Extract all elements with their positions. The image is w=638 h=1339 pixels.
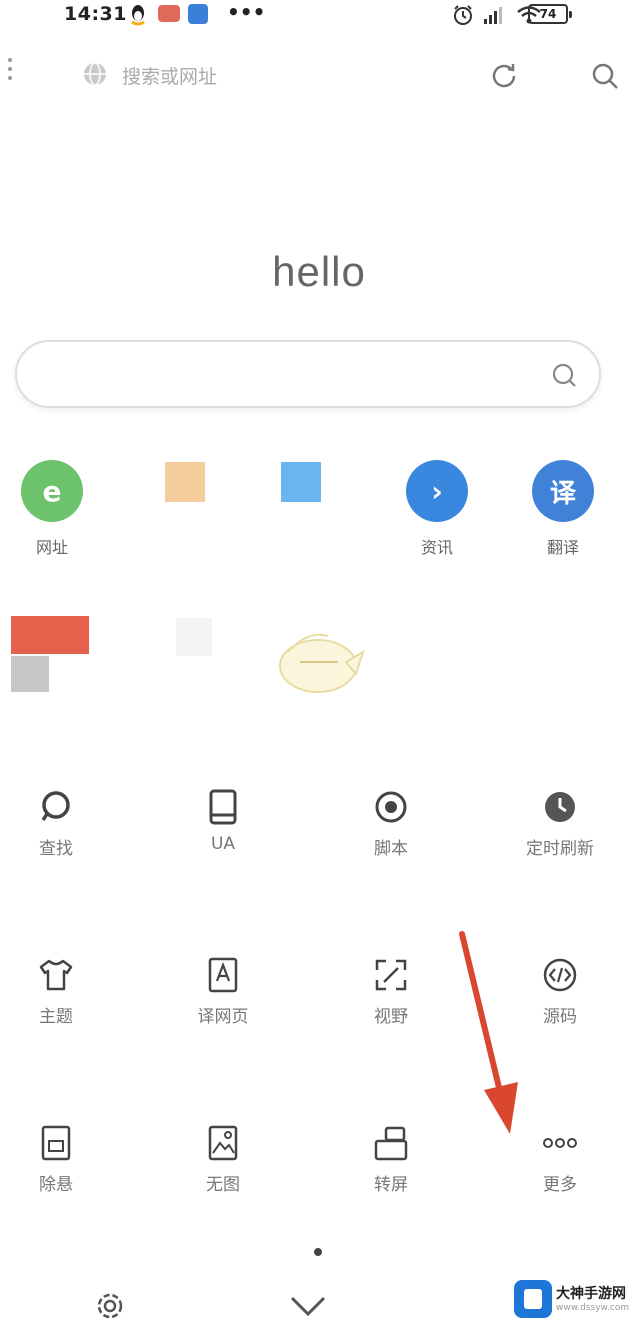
shortcut-label: 资讯	[420, 538, 453, 557]
tool-ua[interactable]: UA	[163, 788, 283, 854]
ua-icon	[163, 788, 283, 826]
watermark-title: 大神手游网	[556, 1286, 626, 1302]
tool-label: 译网页	[197, 1007, 249, 1027]
home-greeting: hello	[272, 248, 366, 295]
page-indicator-dot	[314, 1248, 322, 1256]
mascot-image	[268, 626, 368, 700]
shortcut-blue[interactable]	[256, 460, 346, 502]
chevron-down-icon[interactable]	[288, 1294, 328, 1324]
shortcut-orange[interactable]	[140, 460, 230, 502]
tool-view[interactable]: 视野	[331, 956, 451, 1027]
shortcut-news[interactable]: › 资讯	[392, 460, 482, 558]
search-icon[interactable]	[590, 61, 620, 95]
no-image-icon	[163, 1124, 283, 1162]
tool-translate-page[interactable]: 译网页	[163, 956, 283, 1027]
tool-label: 无图	[206, 1175, 240, 1195]
gray-tile	[11, 656, 49, 692]
tool-find[interactable]: 查找	[0, 788, 116, 859]
annotation-arrow-icon	[456, 930, 526, 1144]
tool-no-image[interactable]: 无图	[163, 1124, 283, 1195]
status-bar: 14:31 ••• 74	[0, 0, 638, 30]
theme-icon	[0, 956, 116, 994]
tool-label: UA	[210, 834, 236, 854]
battery-indicator: 74	[528, 4, 572, 24]
orange-square-icon	[165, 462, 205, 502]
home-search-input[interactable]	[41, 360, 541, 390]
alipay-icon	[188, 4, 208, 24]
rotate-screen-icon	[331, 1124, 451, 1162]
red-tile	[11, 616, 89, 654]
tool-label: 定时刷新	[526, 839, 594, 859]
shortcut-translate[interactable]: 译 翻译	[518, 460, 608, 558]
message-app-icon	[158, 5, 180, 22]
signal-icon	[482, 5, 506, 29]
tool-label: 转屏	[374, 1175, 408, 1195]
news-icon: ›	[406, 460, 468, 522]
watermark-subtitle: www.dssyw.com	[556, 1303, 630, 1313]
shortcut-url[interactable]: e 网址	[7, 460, 97, 558]
faint-tile	[176, 618, 212, 656]
tool-label: 脚本	[374, 839, 408, 859]
tool-timer-refresh[interactable]: 定时刷新	[500, 788, 620, 859]
browser-top-bar: 搜索或网址	[0, 48, 638, 100]
watermark-logo: 大神手游网 www.dssyw.com	[510, 1278, 632, 1320]
script-icon	[331, 788, 451, 826]
remove-float-icon	[0, 1124, 116, 1162]
tool-label: 除悬	[39, 1175, 73, 1195]
tool-rotate-screen[interactable]: 转屏	[331, 1124, 451, 1195]
blue-square-icon	[281, 462, 321, 502]
translate-icon: 译	[532, 460, 594, 522]
settings-icon[interactable]	[92, 1288, 128, 1328]
tool-label: 查找	[39, 839, 73, 859]
vertical-menu-icon[interactable]	[4, 58, 16, 88]
tool-label: 更多	[543, 1175, 577, 1195]
shortcut-label: 翻译	[546, 538, 579, 557]
tool-remove-float[interactable]: 除悬	[0, 1124, 116, 1195]
more-notifications-icon: •••	[227, 0, 266, 24]
tool-script[interactable]: 脚本	[331, 788, 451, 859]
translate-page-icon	[163, 956, 283, 994]
e-icon: e	[21, 460, 83, 522]
refresh-icon[interactable]	[490, 61, 518, 93]
watermark-logo-icon	[514, 1280, 552, 1318]
timer-refresh-icon	[500, 788, 620, 826]
tool-label: 视野	[374, 1007, 408, 1027]
address-bar[interactable]: 搜索或网址	[122, 62, 217, 89]
search-icon[interactable]	[549, 360, 579, 394]
tool-theme[interactable]: 主题	[0, 956, 116, 1027]
view-icon	[331, 956, 451, 994]
home-search-box[interactable]	[15, 340, 601, 408]
alarm-icon	[452, 4, 474, 30]
find-icon	[0, 788, 116, 826]
status-time: 14:31	[64, 3, 127, 25]
tool-label: 主题	[39, 1007, 73, 1027]
globe-icon	[82, 61, 108, 91]
shortcut-label: 网址	[35, 538, 68, 557]
qq-icon	[128, 4, 148, 26]
